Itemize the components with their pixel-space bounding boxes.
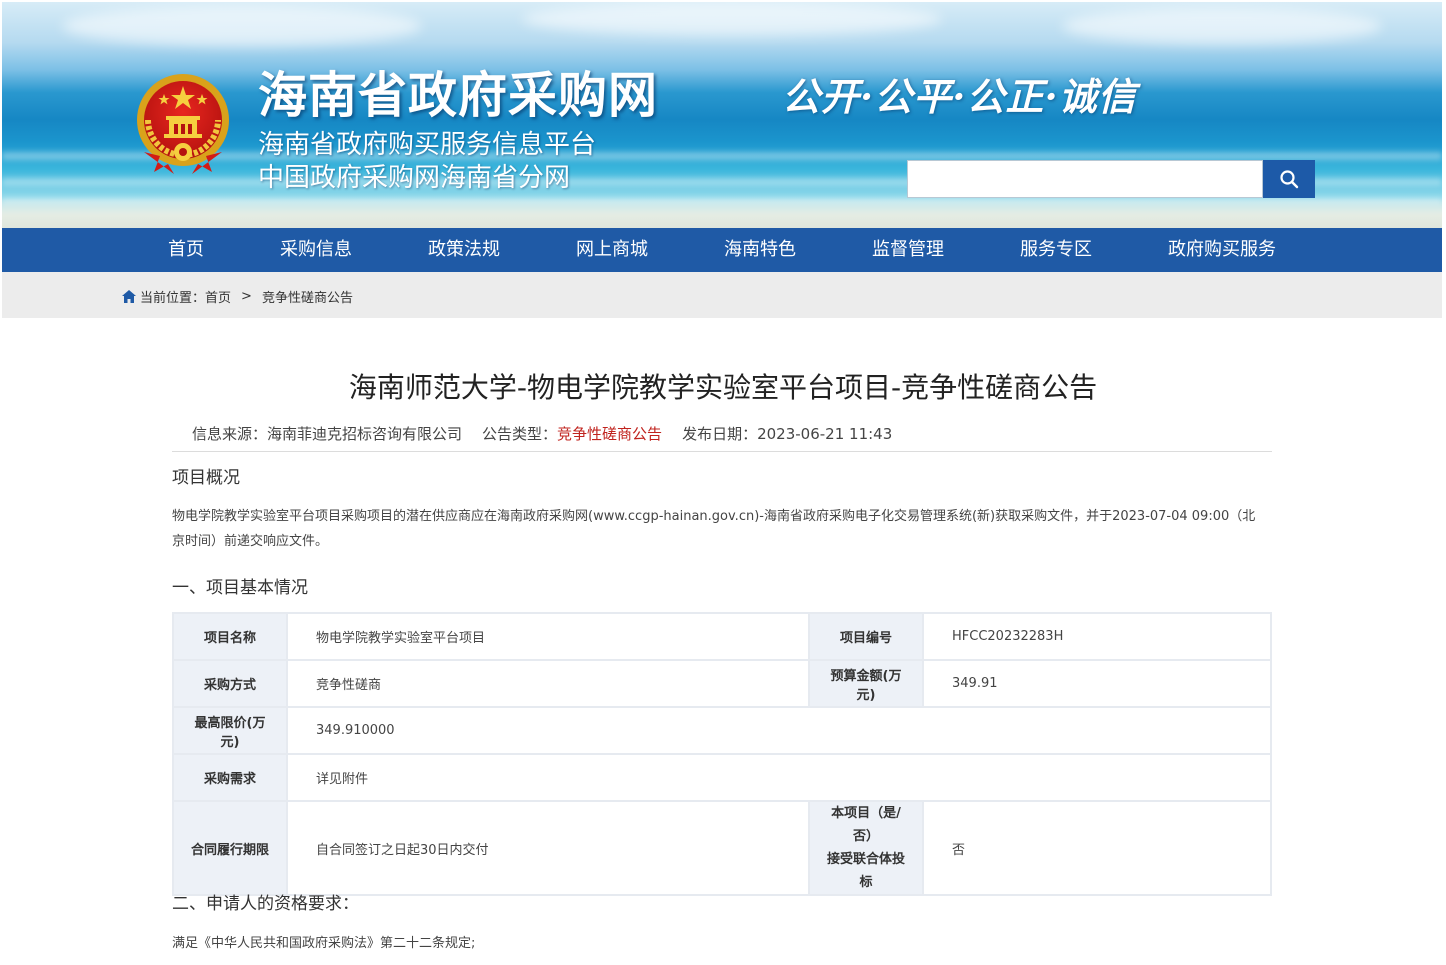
table-row: 项目名称 物电学院教学实验室平台项目 项目编号 HFCC20232283H <box>172 612 1272 661</box>
overview-heading: 项目概况 <box>172 468 240 488</box>
type-value: 竞争性磋商公告 <box>557 425 663 443</box>
nav-item-service-zone[interactable]: 服务专区 <box>1020 228 1092 272</box>
project-name-value: 物电学院教学实验室平台项目 <box>286 612 810 661</box>
date-value: 2023-06-21 11:43 <box>757 425 893 443</box>
budget-value: 349.91 <box>922 659 1272 708</box>
site-slogan: 公开·公平·公正·诚信 <box>782 74 1137 119</box>
nav-item-home[interactable]: 首页 <box>168 228 204 272</box>
national-emblem-icon <box>137 74 229 174</box>
period-label: 合同履行期限 <box>172 800 288 896</box>
table-row: 采购方式 竞争性磋商 预算金额(万元) 349.91 <box>172 659 1272 708</box>
project-no-value: HFCC20232283H <box>922 612 1272 661</box>
search-icon <box>1280 170 1299 189</box>
table-row: 最高限价(万元) 349.910000 <box>172 706 1272 755</box>
nav-item-procurement-info[interactable]: 采购信息 <box>280 228 352 272</box>
search-button[interactable] <box>1263 160 1315 198</box>
consortium-value: 否 <box>922 800 1272 896</box>
banner-sand <box>2 198 1442 228</box>
overview-text: 物电学院教学实验室平台项目采购项目的潜在供应商应在海南政府采购网(www.ccg… <box>172 509 1256 549</box>
consortium-label: 本项目（是/否） 接受联合体投标 <box>808 800 924 896</box>
consortium-label-line2: 接受联合体投标 <box>826 852 905 890</box>
nav-item-policies[interactable]: 政策法规 <box>428 228 500 272</box>
source-value: 海南菲迪克招标咨询有限公司 <box>267 425 463 443</box>
nav-item-hainan-features[interactable]: 海南特色 <box>724 228 796 272</box>
breadcrumb-prefix: 当前位置： <box>140 291 206 306</box>
nav-item-supervision[interactable]: 监督管理 <box>872 228 944 272</box>
max-price-value: 349.910000 <box>286 706 1272 755</box>
source-label: 信息来源： <box>192 425 268 443</box>
qualification-text: 满足《中华人民共和国政府采购法》第二十二条规定; <box>172 936 476 951</box>
banner-cloud <box>62 6 422 46</box>
breadcrumb-bar: 当前位置： 首页 > 竞争性磋商公告 <box>2 272 1442 318</box>
home-icon <box>122 290 136 303</box>
project-name-label: 项目名称 <box>172 612 288 661</box>
banner-cloud <box>1062 8 1382 44</box>
breadcrumb-separator: > <box>241 289 252 304</box>
demand-value: 详见附件 <box>286 753 1272 802</box>
budget-label: 预算金额(万元) <box>808 659 924 708</box>
period-value: 自合同签订之日起30日内交付 <box>286 800 810 896</box>
site-subtitle: 海南省政府购买服务信息平台 <box>258 130 597 160</box>
project-no-label: 项目编号 <box>808 612 924 661</box>
type-label: 公告类型： <box>482 425 558 443</box>
breadcrumb-current-link[interactable]: 竞争性磋商公告 <box>262 287 353 306</box>
breadcrumb-home-link[interactable]: 首页 <box>205 287 231 306</box>
section-heading: 一、项目基本情况 <box>172 578 308 598</box>
site-title: 海南省政府采购网 <box>258 67 659 124</box>
method-value: 竞争性磋商 <box>286 659 810 708</box>
site-subtitle: 中国政府采购网海南省分网 <box>258 163 571 193</box>
nav-item-gov-purchase-services[interactable]: 政府购买服务 <box>1168 228 1276 272</box>
section-heading: 二、申请人的资格要求： <box>172 894 359 914</box>
demand-label: 采购需求 <box>172 753 288 802</box>
table-row: 采购需求 详见附件 <box>172 753 1272 802</box>
page-title: 海南师范大学-物电学院教学实验室平台项目-竞争性磋商公告 <box>348 371 1098 404</box>
divider <box>172 451 1272 452</box>
breadcrumb: 当前位置： 首页 > 竞争性磋商公告 <box>122 287 353 306</box>
nav-item-online-mall[interactable]: 网上商城 <box>576 228 648 272</box>
main-nav: 首页 采购信息 政策法规 网上商城 海南特色 监督管理 服务专区 政府购买服务 <box>2 228 1442 272</box>
max-price-label: 最高限价(万元) <box>172 706 288 755</box>
method-label: 采购方式 <box>172 659 288 708</box>
date-label: 发布日期： <box>682 425 758 443</box>
project-info-table: 项目名称 物电学院教学实验室平台项目 项目编号 HFCC20232283H 采购… <box>172 612 1272 896</box>
banner-cloud <box>522 2 942 36</box>
article-meta: 信息来源：海南菲迪克招标咨询有限公司 公告类型：竞争性磋商公告 发布日期：2023-… <box>192 423 892 444</box>
consortium-label-line1: 本项目（是/否） <box>831 806 901 844</box>
table-row: 合同履行期限 自合同签订之日起30日内交付 本项目（是/否） 接受联合体投标 否 <box>172 800 1272 896</box>
search-input[interactable] <box>907 160 1263 198</box>
